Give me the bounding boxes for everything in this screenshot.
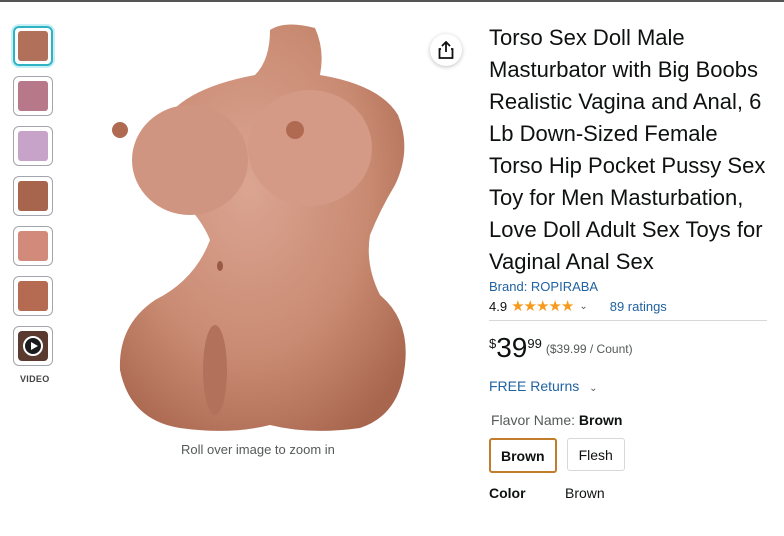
thumbnail-image <box>18 81 48 111</box>
star-rating-icon[interactable]: ★★★★★ <box>511 297 574 315</box>
thumbnail-4[interactable] <box>13 176 53 216</box>
video-thumbnail-image <box>18 331 48 361</box>
color-label: Color <box>489 485 526 501</box>
thumbnail-strip <box>13 26 57 376</box>
color-value: Brown <box>565 485 605 501</box>
product-title: Torso Sex Doll Male Masturbator with Big… <box>489 25 766 274</box>
free-returns-label: FREE Returns <box>489 378 580 394</box>
product-info: Torso Sex Doll Male Masturbator with Big… <box>489 22 767 501</box>
thumbnail-image <box>18 131 48 161</box>
video-label: VIDEO <box>20 374 50 384</box>
brand-link[interactable]: Brand: ROPIRABA <box>489 279 767 294</box>
share-button[interactable] <box>430 34 462 66</box>
price: $ 39 99 ($39.99 / Count) <box>489 333 767 363</box>
share-icon <box>438 41 454 59</box>
flavor-label: Flavor Name: <box>491 412 576 428</box>
chevron-down-icon[interactable]: ⌄ <box>579 301 587 312</box>
flavor-value: Brown <box>578 412 623 428</box>
color-row: Color Brown <box>489 485 767 501</box>
option-brown-button[interactable]: Brown <box>489 438 557 473</box>
price-whole: 39 <box>496 332 528 363</box>
thumbnail-6[interactable] <box>13 276 53 316</box>
rating-row: 4.9 ★★★★★ ⌄ 89 ratings <box>489 297 767 321</box>
flavor-options: Brown Flesh <box>489 438 767 473</box>
option-flesh-button[interactable]: Flesh <box>566 438 625 471</box>
thumbnail-image <box>18 31 48 61</box>
thumbnail-image <box>18 181 48 211</box>
free-returns-link[interactable]: FREE Returns ⌄ <box>489 378 767 394</box>
price-fraction: 99 <box>527 336 542 351</box>
thumbnail-video[interactable] <box>13 326 53 366</box>
thumbnail-2[interactable] <box>13 76 53 116</box>
main-product-image[interactable] <box>80 20 450 440</box>
rating-value: 4.9 <box>489 298 508 314</box>
price-per-unit: ($39.99 / Count) <box>545 342 633 356</box>
thumbnail-5[interactable] <box>13 226 53 266</box>
thumbnail-image <box>18 281 48 311</box>
chevron-down-icon: ⌄ <box>589 383 598 394</box>
play-icon <box>23 336 43 356</box>
thumbnail-3[interactable] <box>13 126 53 166</box>
product-silhouette <box>112 24 406 431</box>
price-symbol: $ <box>489 336 497 351</box>
thumbnail-image <box>18 231 48 261</box>
flavor-name: Flavor Name: Brown <box>489 412 767 428</box>
zoom-hint: Roll over image to zoom in <box>181 442 335 457</box>
ratings-count-link[interactable]: 89 ratings <box>610 299 667 314</box>
thumbnail-1[interactable] <box>13 26 53 66</box>
